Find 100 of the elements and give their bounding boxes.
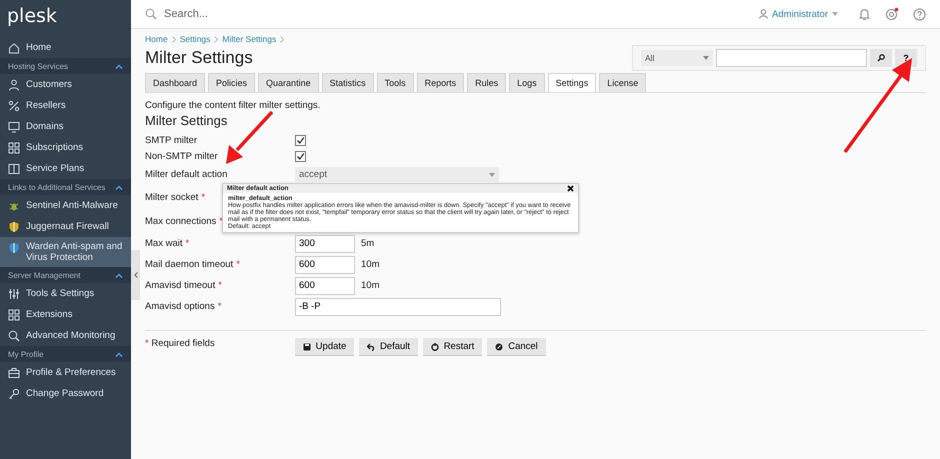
search-icon	[145, 8, 157, 20]
action-button[interactable]: Default	[359, 338, 418, 356]
nav-item[interactable]: Sentinel Anti-Malware	[0, 195, 131, 216]
tab[interactable]: Logs	[509, 73, 545, 92]
search-button[interactable]	[870, 49, 892, 67]
description-text: Configure the content filter milter settings.	[145, 100, 322, 111]
section-header[interactable]: Server Management	[0, 267, 131, 283]
tab[interactable]: Reports	[416, 73, 464, 92]
nav-item[interactable]: Domains	[0, 116, 131, 137]
required-mark: *	[185, 238, 190, 249]
checkbox[interactable]	[295, 134, 306, 146]
nav-item[interactable]: Change Password	[0, 383, 131, 404]
input-field[interactable]: -B -P	[295, 298, 501, 316]
action-button[interactable]: Restart	[423, 338, 482, 356]
breadcrumb-link[interactable]: Milter Settings	[222, 34, 276, 44]
chevron-right-icon	[214, 36, 218, 42]
unit-label: 10m	[361, 280, 380, 291]
section-title: Server Management	[8, 270, 80, 280]
section-header[interactable]: Links to Additional Services	[0, 179, 131, 195]
nav-item[interactable]: Warden Anti-spam and Virus Protection	[0, 237, 131, 267]
required-note: Required fields	[151, 338, 215, 349]
breadcrumb-link[interactable]: Home	[145, 34, 168, 44]
book-icon	[8, 162, 20, 174]
filter-select[interactable]: All	[641, 50, 713, 66]
input-field[interactable]: 300	[295, 234, 355, 252]
grid-icon	[8, 142, 20, 154]
caret-up-icon	[115, 64, 123, 68]
required-mark: *	[218, 280, 222, 291]
home-icon	[8, 42, 20, 54]
page-title: Milter Settings	[145, 48, 253, 68]
field-label: Max wait	[145, 238, 182, 249]
field-label: Non-SMTP milter	[145, 150, 218, 162]
logo: plesk	[6, 4, 58, 29]
key-icon	[8, 388, 20, 400]
chevron-right-icon	[172, 36, 176, 42]
field-label: Milter socket	[145, 192, 198, 202]
section-header[interactable]: Hosting Services	[0, 58, 131, 74]
undo-icon	[366, 342, 375, 350]
chevron-right-icon	[280, 36, 284, 42]
caret-down-icon	[489, 172, 495, 176]
nav-item[interactable]: Home	[0, 37, 131, 58]
input-field[interactable]: 600	[295, 256, 355, 274]
tab[interactable]: License	[599, 73, 646, 92]
nav-item[interactable]: Tools & Settings	[0, 283, 131, 304]
shield-icon	[8, 242, 20, 254]
tab[interactable]: Quarantine	[258, 73, 319, 92]
search-field[interactable]	[716, 49, 867, 67]
save-icon	[302, 342, 311, 350]
nav-item[interactable]: Extensions	[0, 304, 131, 325]
section-header[interactable]: My Profile	[0, 346, 131, 362]
sidebar-toggle[interactable]	[131, 250, 140, 300]
nav-item[interactable]: Advanced Monitoring	[0, 325, 131, 346]
section-title: Hosting Services	[8, 62, 68, 70]
required-mark: *	[218, 301, 222, 312]
nav-item[interactable]: Resellers	[0, 95, 131, 116]
help-icon[interactable]	[913, 8, 926, 20]
tab[interactable]: Rules	[467, 73, 506, 92]
select-field[interactable]: accept	[295, 167, 499, 182]
caret-up-icon	[115, 184, 123, 190]
action-button[interactable]: Cancel	[487, 338, 546, 356]
field-label: Amavisd timeout	[145, 280, 216, 291]
caret-up-icon	[115, 272, 123, 278]
checkbox[interactable]	[295, 150, 306, 162]
search-field[interactable]: Search...	[162, 7, 366, 21]
tab[interactable]: Settings	[548, 73, 596, 92]
briefcase-icon	[8, 366, 20, 378]
caret-down-icon	[703, 56, 709, 60]
breadcrumb-link[interactable]: Settings	[180, 34, 210, 44]
annotation-arrow	[226, 110, 274, 164]
field-label: Milter default action	[145, 169, 228, 180]
section-title: My Profile	[8, 350, 44, 358]
tab[interactable]: Statistics	[322, 73, 374, 92]
percent-icon	[8, 100, 20, 112]
shield-icon	[8, 220, 20, 232]
tab[interactable]: Tools	[376, 73, 414, 92]
monitor-icon	[8, 120, 20, 132]
action-button[interactable]: Update	[295, 338, 354, 356]
user-menu[interactable]: Administrator	[759, 8, 838, 20]
field-label: Max connections	[145, 216, 216, 226]
nav-item[interactable]: Customers	[0, 74, 131, 95]
nav-item[interactable]: Juggernaut Firewall	[0, 216, 131, 237]
field-label: SMTP milter	[145, 134, 198, 146]
nav-item[interactable]: Profile & Preferences	[0, 362, 131, 383]
nav-item[interactable]: Subscriptions	[0, 137, 131, 158]
close-icon[interactable]	[567, 185, 574, 192]
section-title: Milter Settings	[145, 113, 228, 128]
field-label: Amavisd options	[145, 301, 215, 312]
sliders-icon	[8, 288, 20, 300]
nav-item[interactable]: Service Plans	[0, 158, 131, 179]
magnifier-icon	[8, 330, 20, 342]
tab[interactable]: Dashboard	[145, 73, 206, 92]
power-icon	[430, 342, 439, 350]
bell-icon[interactable]	[858, 8, 871, 20]
required-mark: *	[236, 259, 240, 270]
field-label: Mail daemon timeout	[145, 259, 234, 270]
tab[interactable]: Policies	[208, 73, 256, 92]
section-title: Links to Additional Services	[8, 182, 106, 192]
input-field[interactable]: 600	[295, 276, 355, 294]
caret-down-icon	[832, 12, 838, 16]
lifebuoy-icon[interactable]	[885, 7, 899, 21]
